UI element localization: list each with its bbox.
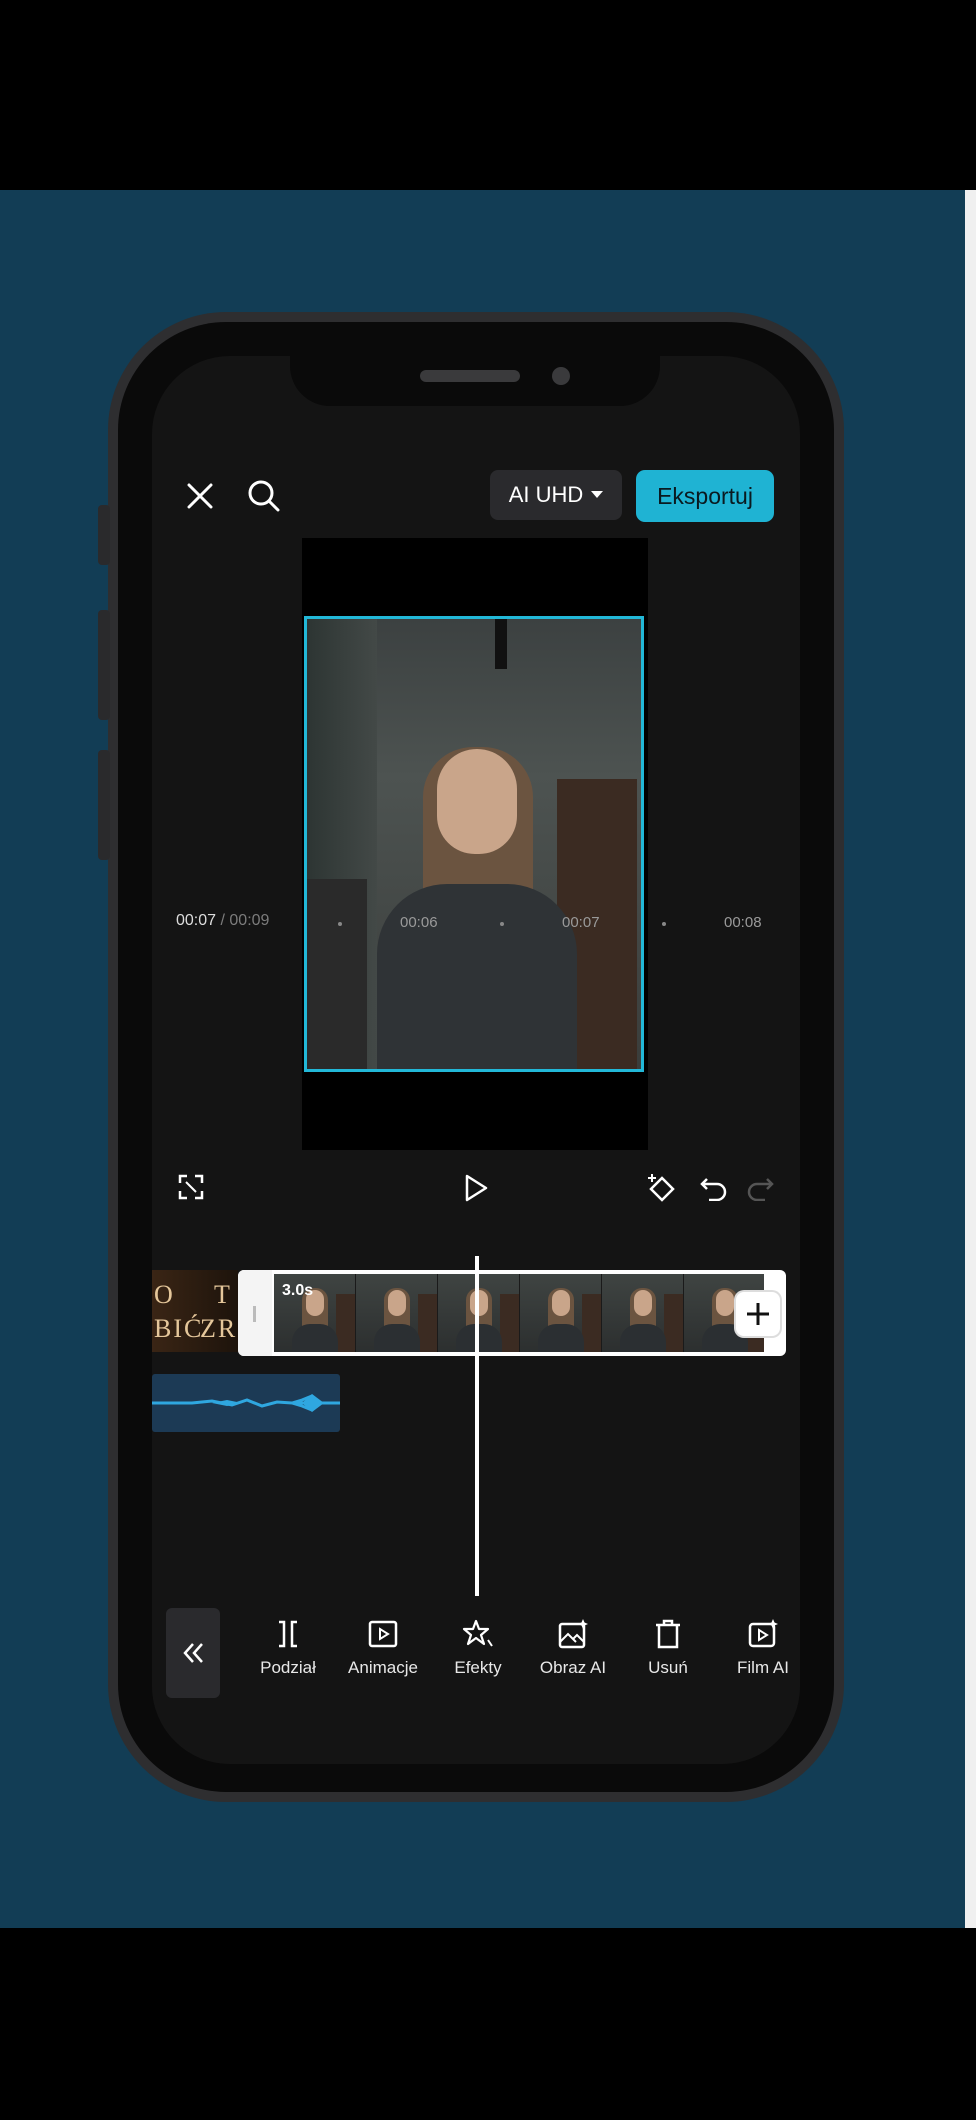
video-clip-thumbnails[interactable]	[274, 1274, 764, 1352]
audio-waveform	[152, 1394, 340, 1412]
letterbox-top	[0, 0, 976, 190]
clip-trim-handle[interactable]	[238, 1270, 272, 1356]
phone-side-button	[98, 505, 110, 565]
tool-label: Efekty	[454, 1658, 502, 1677]
phone-camera	[552, 367, 570, 385]
clip-thumbnail	[356, 1274, 438, 1352]
title-clip-text: O	[154, 1280, 175, 1309]
total-time: 00:09	[229, 912, 270, 929]
tool-label: Usuń	[648, 1658, 688, 1677]
tool-delete[interactable]: Usuń	[623, 1618, 713, 1678]
tool-label: Obraz AI	[539, 1658, 607, 1677]
playhead[interactable]	[475, 1256, 479, 1600]
audio-clip[interactable]	[152, 1374, 340, 1432]
keyframe-icon[interactable]	[642, 1168, 682, 1208]
undo-icon[interactable]	[694, 1168, 734, 1208]
letterbox-bottom	[0, 1928, 976, 2120]
title-clip[interactable]: O T BIĆ ZRO	[152, 1270, 238, 1352]
app-screen: AI UHD Eksportuj 00:07 / 00:09 00:06 00:…	[152, 356, 800, 1764]
right-edge-strip	[965, 190, 976, 1928]
double-chevron-left-icon	[183, 1643, 203, 1663]
clip-duration: 3.0s	[282, 1282, 314, 1299]
tool-ai-film[interactable]: Film AI	[718, 1618, 800, 1678]
tool-animation[interactable]: Animacje	[338, 1618, 428, 1678]
tool-split[interactable]: Podział	[243, 1618, 333, 1678]
ruler-label: 00:07	[562, 914, 600, 931]
export-button[interactable]: Eksportuj	[636, 470, 774, 522]
clip-thumbnail	[438, 1274, 520, 1352]
ruler-tick	[662, 922, 666, 926]
ruler-tick	[338, 922, 342, 926]
ruler-tick	[500, 922, 504, 926]
tool-label: Podział	[260, 1658, 316, 1677]
tool-label: Animacje	[348, 1658, 418, 1677]
tool-label: Film AI	[737, 1658, 789, 1677]
video-preview[interactable]	[304, 616, 644, 1072]
split-icon	[279, 1620, 297, 1648]
quality-dropdown[interactable]: AI UHD	[490, 470, 622, 520]
title-clip-text: ZRO	[200, 1314, 238, 1343]
effects-icon	[462, 1619, 493, 1647]
tool-ai-image[interactable]: Obraz AI	[528, 1618, 618, 1678]
add-clip-button[interactable]	[736, 1292, 780, 1336]
ai-image-icon	[558, 1619, 588, 1649]
tool-effects[interactable]: Efekty	[433, 1618, 523, 1678]
delete-icon	[656, 1619, 680, 1649]
phone-volume-down	[98, 750, 110, 860]
close-icon[interactable]	[180, 476, 220, 516]
quality-label: AI UHD	[508, 482, 584, 507]
time-separator: /	[220, 912, 225, 929]
title-clip-text: T	[214, 1280, 232, 1309]
collapse-toolbar-button[interactable]	[166, 1608, 220, 1698]
redo-icon[interactable]	[740, 1168, 780, 1208]
animation-icon	[368, 1620, 398, 1648]
search-icon[interactable]	[244, 476, 284, 516]
ai-film-icon	[748, 1619, 778, 1648]
play-icon[interactable]	[456, 1168, 496, 1208]
fullscreen-icon[interactable]	[174, 1170, 208, 1204]
clip-thumbnail	[602, 1274, 684, 1352]
plus-icon	[747, 1303, 769, 1325]
ruler-label: 00:06	[400, 914, 438, 931]
clip-thumbnail	[520, 1274, 602, 1352]
time-readout: 00:07 / 00:09	[176, 912, 269, 930]
phone-volume-up	[98, 610, 110, 720]
ceiling-lamp	[495, 619, 507, 669]
phone-speaker	[420, 370, 520, 382]
title-clip-text: BIĆ	[154, 1314, 204, 1343]
caret-down-icon	[591, 491, 604, 498]
current-time: 00:07	[176, 912, 217, 929]
ruler-label: 00:08	[724, 914, 762, 931]
person-body	[377, 884, 577, 1069]
person-face	[437, 749, 517, 854]
shelf	[307, 879, 367, 1069]
